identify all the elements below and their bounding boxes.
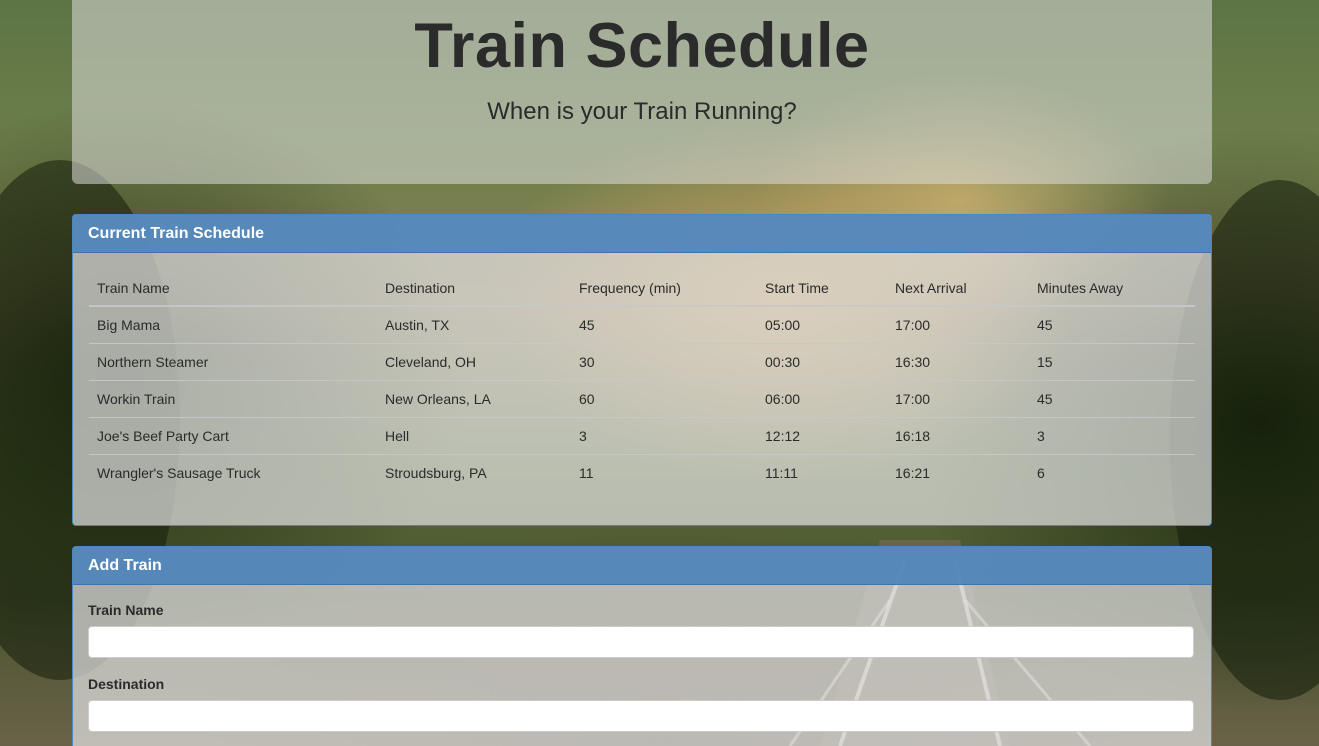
cell-destination: New Orleans, LA <box>377 380 571 418</box>
cell-train-name: Wrangler's Sausage Truck <box>97 465 261 481</box>
cell-train-name: Big Mama <box>89 306 377 344</box>
add-train-panel: Add Train Train Name Destination <box>72 546 1212 746</box>
cell-next-arrival: 16:30 <box>887 343 1029 381</box>
train-name-label: Train Name <box>88 602 164 618</box>
schedule-panel: Current Train Schedule Train Name Destin… <box>72 214 1212 526</box>
cell-frequency: 11 <box>579 465 594 481</box>
column-header-frequency: Frequency (min) <box>571 270 757 307</box>
header-jumbotron: Train Schedule When is your Train Runnin… <box>72 0 1212 184</box>
table-row: Big Mama Austin, TX 45 05:00 17:00 45 <box>89 306 1195 344</box>
schedule-panel-heading: Current Train Schedule <box>73 215 1211 253</box>
cell-start-time: 12:12 <box>757 417 887 455</box>
cell-next-arrival: 16:21 <box>895 465 931 481</box>
cell-next-arrival: 17:00 <box>887 306 1029 344</box>
cell-start-time: 05:00 <box>757 306 887 344</box>
cell-train-name: Northern Steamer <box>89 343 377 381</box>
cell-frequency: 45 <box>571 306 757 344</box>
cell-minutes-away: 6 <box>1037 465 1045 481</box>
page-title: Train Schedule <box>414 11 870 81</box>
cell-minutes-away: 3 <box>1029 417 1195 455</box>
cell-start-time: 00:30 <box>757 343 887 381</box>
table-row: Northern Steamer Cleveland, OH 30 00:30 … <box>89 343 1195 381</box>
table-row: Joe's Beef Party Cart Hell 3 12:12 16:18… <box>89 417 1195 455</box>
column-header-train-name: Train Name <box>89 270 377 307</box>
column-header-minutes-away: Minutes Away <box>1029 270 1195 307</box>
table-row: Workin Train New Orleans, LA 60 06:00 17… <box>89 380 1195 418</box>
cell-start-time: 11:11 <box>765 465 798 481</box>
cell-next-arrival: 16:18 <box>887 417 1029 455</box>
cell-next-arrival: 17:00 <box>887 380 1029 418</box>
cell-train-name: Joe's Beef Party Cart <box>89 417 377 455</box>
column-header-destination: Destination <box>377 270 571 307</box>
cell-frequency: 30 <box>571 343 757 381</box>
page-subtitle: When is your Train Running? <box>487 98 797 125</box>
column-header-start-time: Start Time <box>757 270 887 307</box>
cell-train-name: Workin Train <box>89 380 377 418</box>
schedule-table: Train Name Destination Frequency (min) S… <box>89 270 1195 491</box>
cell-destination: Austin, TX <box>377 306 571 344</box>
table-row: Wrangler's Sausage Truck Stroudsburg, PA… <box>89 455 1195 492</box>
cell-destination: Stroudsburg, PA <box>385 465 487 481</box>
train-name-input[interactable] <box>88 626 1194 658</box>
cell-frequency: 3 <box>571 417 757 455</box>
destination-label: Destination <box>88 676 165 692</box>
destination-input[interactable] <box>88 700 1194 732</box>
cell-minutes-away: 45 <box>1029 380 1195 418</box>
cell-minutes-away: 15 <box>1029 343 1195 381</box>
cell-destination: Hell <box>377 417 571 455</box>
cell-destination: Cleveland, OH <box>377 343 571 381</box>
column-header-next-arrival: Next Arrival <box>887 270 1029 307</box>
add-train-panel-heading: Add Train <box>73 547 1211 585</box>
cell-start-time: 06:00 <box>757 380 887 418</box>
cell-frequency: 60 <box>571 380 757 418</box>
table-header-row: Train Name Destination Frequency (min) S… <box>89 270 1195 307</box>
cell-minutes-away: 45 <box>1029 306 1195 344</box>
